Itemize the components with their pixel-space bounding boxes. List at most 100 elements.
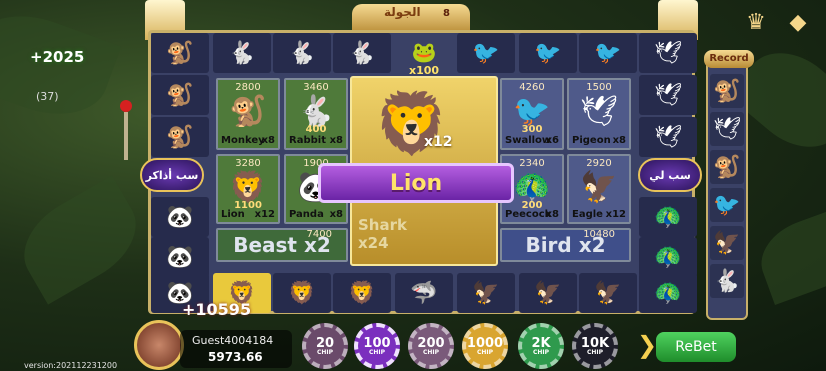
board-cell-lion-icon: 🦁 xyxy=(333,273,391,313)
result-banner: Lion xyxy=(318,163,514,203)
chip-200[interactable]: 200 CHIP xyxy=(408,323,454,369)
monkey-icon: 🐒 xyxy=(229,94,267,129)
bet-group-beast[interactable]: 7400 Beast x2 xyxy=(216,228,348,262)
bet-multiplier: x8 xyxy=(612,135,626,146)
eagle-icon: 🦅 xyxy=(580,170,618,205)
group-label: Beast xyxy=(233,233,297,257)
last-win-amount: +2025 xyxy=(30,48,85,66)
center-multiplier: x12 xyxy=(424,134,453,150)
jackpot-icon: 🐸 x100 xyxy=(400,40,448,77)
board-cell-swallow-icon: 🐦 xyxy=(579,33,637,73)
bet-total: 2920 xyxy=(586,158,612,169)
chip-label: CHIP xyxy=(368,349,386,356)
board-cell-swallow-icon: 🐦 xyxy=(457,33,515,73)
bet-stake: 400 xyxy=(305,124,327,135)
win-count: (37) xyxy=(36,90,59,103)
bet-tile-monkey[interactable]: 2800 🐒 Monkey x8 xyxy=(216,78,280,150)
record-swallow-icon: 🐦 xyxy=(710,188,744,222)
bet-multiplier: x8 xyxy=(261,135,275,146)
chip-20[interactable]: 20 CHIP xyxy=(302,323,348,369)
bet-total: 2800 xyxy=(235,82,261,93)
chip-label: CHIP xyxy=(532,349,550,356)
bet-tile-eagle[interactable]: 2920 🦅 Eagle x12 xyxy=(567,154,631,224)
bet-tile-lion[interactable]: 3280 🦁 1100 Lion x12 xyxy=(216,154,280,224)
round-label: ﺍﻟﺠﻮﻟﺔ xyxy=(384,5,421,19)
board-cell-peacock-icon: 🦚 xyxy=(639,237,697,277)
record-rabbit-icon: 🐇 xyxy=(710,264,744,298)
chip-label: CHIP xyxy=(316,349,334,356)
bet-name: Panda xyxy=(289,209,324,220)
bet-name: Rabbit xyxy=(289,135,326,146)
lever-knob-icon xyxy=(120,100,132,112)
lever-rod xyxy=(124,112,128,160)
record-eagle-icon: 🦅 xyxy=(710,226,744,260)
bet-total: 1500 xyxy=(586,82,612,93)
side-button-label: ﺳﺐ ﻟﻲ xyxy=(649,168,691,182)
pigeon-icon: 🕊 xyxy=(579,94,619,129)
bonus-win-amount: +10595 xyxy=(182,300,252,319)
coin-bag-icon[interactable]: ♛ xyxy=(742,8,770,36)
player-name: Guest4004184 xyxy=(192,334,274,347)
chip-100[interactable]: 100 CHIP xyxy=(354,323,400,369)
board-cell-pigeon-icon: 🕊 xyxy=(639,33,697,73)
chevron-right-icon[interactable]: ❯ xyxy=(637,331,657,359)
board-cell-lion-icon: 🦁 xyxy=(273,273,331,313)
player-balance: 5973.66 xyxy=(208,350,263,364)
bet-multiplier: x8 xyxy=(545,209,559,220)
chip-1000[interactable]: 1000 CHIP xyxy=(462,323,508,369)
left-side-button[interactable]: ﺳﺐ ﺃﺫﺍﻛﺮ xyxy=(140,158,204,192)
chip-label: CHIP xyxy=(422,349,440,356)
bet-total: 3280 xyxy=(235,158,261,169)
bet-name: Pigeon xyxy=(572,135,611,146)
bet-total: 3460 xyxy=(303,82,329,93)
bet-multiplier: x8 xyxy=(329,135,343,146)
board-cell-eagle-icon: 🦅 xyxy=(519,273,577,313)
record-monkey-icon: 🐒 xyxy=(710,150,744,184)
bet-multiplier: x8 xyxy=(329,209,343,220)
background-leaf xyxy=(751,205,826,305)
bet-name: Lion xyxy=(221,209,245,220)
record-pigeon-icon: 🕊 xyxy=(710,112,744,146)
bet-multiplier: x6 xyxy=(545,135,559,146)
group-total: 7400 xyxy=(306,229,332,240)
bet-tile-rabbit[interactable]: 3460 🐇 400 Rabbit x8 xyxy=(284,78,348,150)
group-label: Bird xyxy=(525,233,572,257)
bet-multiplier: x12 xyxy=(254,209,275,220)
board-cell-shark-icon: 🦈 xyxy=(395,273,453,313)
bet-name: Eagle xyxy=(572,209,603,220)
group-total: 10480 xyxy=(583,229,615,240)
board-cell-rabbit-icon: 🐇 xyxy=(333,33,391,73)
bet-total: 4260 xyxy=(519,82,545,93)
avatar[interactable] xyxy=(134,320,184,370)
side-button-label: ﺳﺐ ﺃﺫﺍﻛﺮ xyxy=(145,168,199,182)
board-cell-rabbit-icon: 🐇 xyxy=(213,33,271,73)
version-label: version:202112231200 xyxy=(24,361,118,370)
chip-2k[interactable]: 2K CHIP xyxy=(518,323,564,369)
board-cell-monkey-icon: 🐒 xyxy=(151,33,209,73)
group-label: Shark xyxy=(358,216,407,234)
rebet-button[interactable]: ReBet xyxy=(656,332,736,362)
menu-diamond-icon[interactable]: ◆ xyxy=(784,8,812,36)
bet-multiplier: x12 xyxy=(605,209,626,220)
player-info: Guest4004184 5973.66 xyxy=(180,330,292,368)
shark-group-label: Shark x24 xyxy=(358,216,407,252)
board-cell-swallow-icon: 🐦 xyxy=(519,33,577,73)
board-cell-peacock-icon: 🦚 xyxy=(639,273,697,313)
board-cell-monkey-icon: 🐒 xyxy=(151,117,209,157)
board-cell-peacock-icon: 🦚 xyxy=(639,197,697,237)
bet-name: Swallow xyxy=(505,135,552,146)
board-cell-pigeon-icon: 🕊 xyxy=(639,75,697,115)
chip-label: CHIP xyxy=(586,349,604,356)
result-name: Lion xyxy=(389,170,443,196)
bet-group-bird[interactable]: 10480 Bird x2 xyxy=(500,228,631,262)
lever-handle[interactable] xyxy=(120,100,134,160)
frog-icon: 🐸 xyxy=(411,40,437,64)
right-side-button[interactable]: ﺳﺐ ﻟﻲ xyxy=(638,158,702,192)
record-panel[interactable]: Record 🐒 🕊 🐒 🐦 🦅 🐇 xyxy=(704,50,754,320)
group-multiplier: x24 xyxy=(358,234,389,252)
chip-10k[interactable]: 10K CHIP xyxy=(572,323,618,369)
board-cell-eagle-icon: 🦅 xyxy=(579,273,637,313)
bet-tile-pigeon[interactable]: 1500 🕊 Pigeon x8 xyxy=(567,78,631,150)
bet-name: Monkey xyxy=(221,135,265,146)
bet-tile-swallow[interactable]: 4260 🐦 300 Swallow x6 xyxy=(500,78,564,150)
